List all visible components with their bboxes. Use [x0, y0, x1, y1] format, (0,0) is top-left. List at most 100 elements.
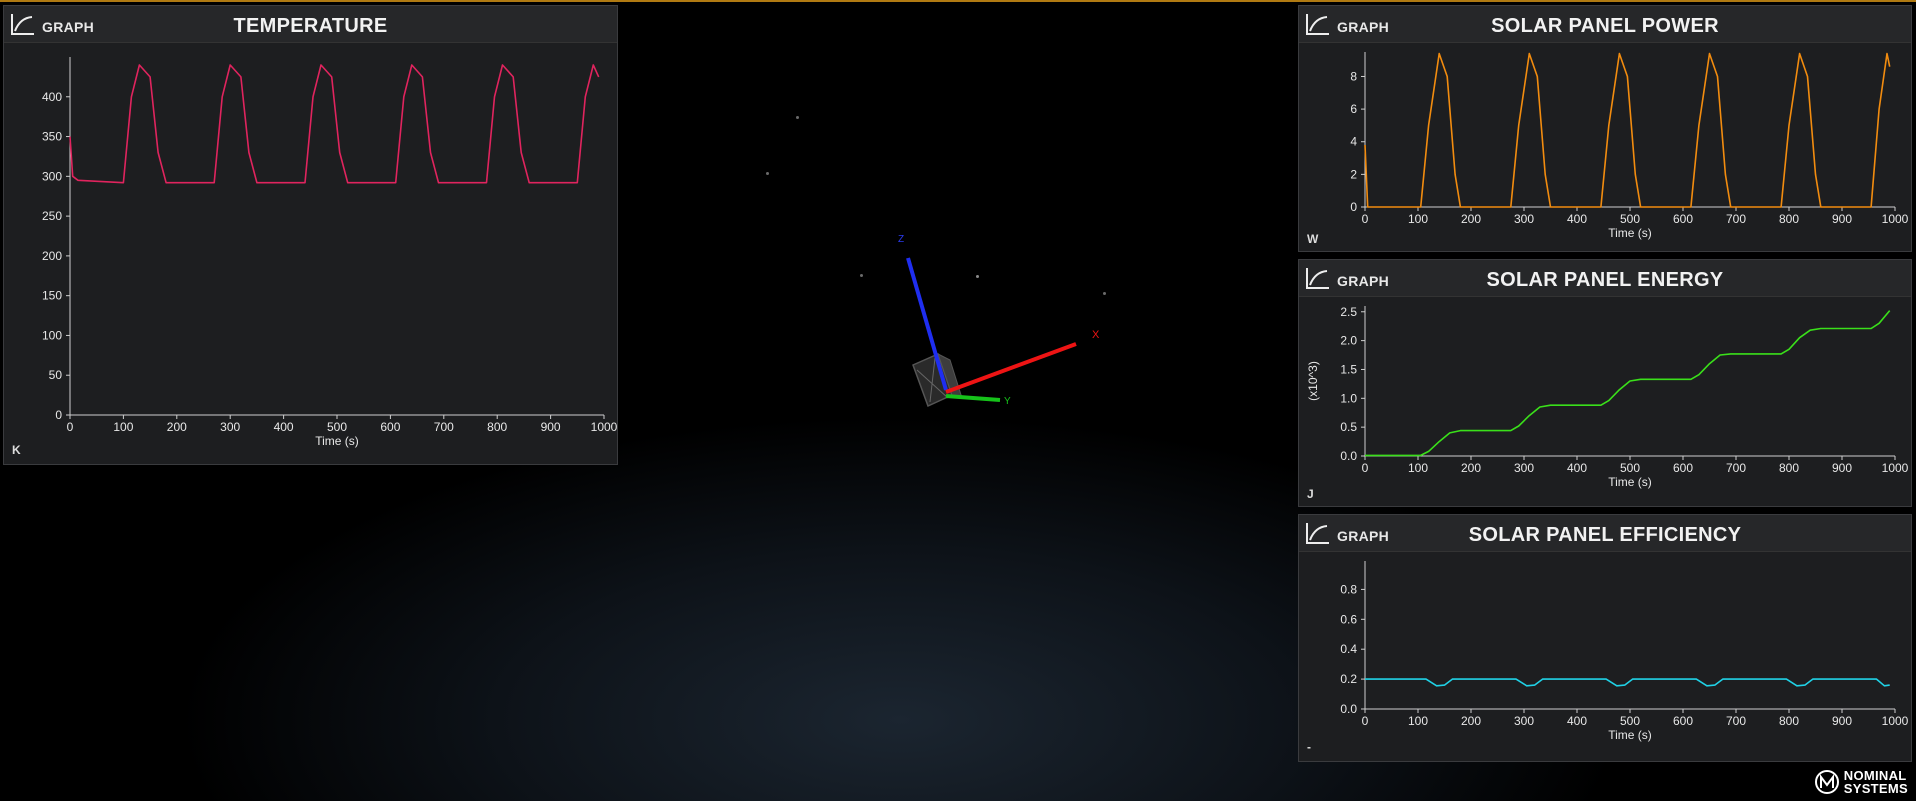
unit-label: J	[1307, 487, 1314, 501]
axis-y-line	[945, 394, 1001, 402]
power-series-line	[1364, 52, 1891, 208]
axis-y-label: Y	[1004, 396, 1011, 407]
energy-series-line	[1365, 310, 1891, 457]
panel-header: GRAPH TEMPERATURE	[4, 6, 617, 43]
y-tick-label: 2	[1350, 167, 1357, 181]
panel-title: SOLAR PANEL ENERGY	[1486, 269, 1724, 291]
temperature-chart[interactable]: 0 100 200 300 400 500 600 700 800 900 1000 0 50 100 15…	[4, 42, 619, 466]
temperature-series-line	[69, 64, 600, 184]
panel-header: GRAPH SOLAR PANEL POWER	[1299, 6, 1911, 43]
nominal-systems-logo: NOMINAL SYSTEMS	[1814, 769, 1908, 795]
x-tick-label: 600	[1673, 714, 1693, 728]
y-axis-label: (x10^3)	[1306, 361, 1320, 401]
y-tick-label: 400	[42, 90, 62, 104]
y-tick-label: 0.4	[1340, 642, 1357, 656]
unit-label: K	[12, 443, 21, 457]
axis-x-line	[945, 342, 1077, 394]
y-tick-label: 250	[42, 209, 62, 223]
x-tick-label: 1000	[1882, 714, 1909, 728]
y-tick-label: 150	[42, 289, 62, 303]
y-tick-label: 50	[49, 368, 63, 382]
y-tick-label: 8	[1350, 69, 1357, 83]
panel-title: SOLAR PANEL POWER	[1491, 15, 1719, 37]
axis-z-label: Z	[898, 234, 904, 245]
x-tick-label: 100	[1408, 461, 1428, 475]
x-tick-label: 900	[1832, 212, 1852, 226]
panel-header: GRAPH SOLAR PANEL EFFICIENCY	[1299, 515, 1911, 552]
x-tick-label: 900	[1832, 461, 1852, 475]
y-tick-label: 100	[42, 328, 62, 342]
x-tick-label: 0	[1362, 461, 1369, 475]
y-tick-label: 0.2	[1340, 672, 1357, 686]
x-tick-label: 700	[1726, 212, 1746, 226]
y-tick-label: 0.6	[1340, 612, 1357, 626]
unit-label: W	[1307, 232, 1319, 246]
y-tick-label: 300	[42, 169, 62, 183]
solar-energy-graph-panel[interactable]: GRAPH SOLAR PANEL ENERGY 0 100 200 300 400 50…	[1298, 259, 1912, 507]
satellite-scene[interactable]: Z X Y	[880, 220, 1120, 420]
x-tick-label: 200	[167, 420, 187, 434]
x-tick-label: 900	[541, 420, 561, 434]
x-tick-label: 1000	[1882, 461, 1909, 475]
axis-x-label: X	[1092, 329, 1100, 341]
star	[860, 274, 863, 277]
y-tick-label: 200	[42, 249, 62, 263]
y-tick-label: 2.0	[1340, 334, 1357, 348]
x-tick-label: 200	[1461, 714, 1481, 728]
x-tick-label: 800	[487, 420, 507, 434]
x-tick-label: 100	[113, 420, 133, 434]
x-tick-label: 200	[1461, 461, 1481, 475]
temperature-graph-panel[interactable]: GRAPH TEMPERATURE 0 100 200 300 400 500 600 700…	[3, 5, 618, 465]
x-tick-label: 700	[1726, 714, 1746, 728]
x-tick-label: 400	[1567, 714, 1587, 728]
x-tick-label: 800	[1779, 461, 1799, 475]
y-tick-label: 0	[1350, 200, 1357, 214]
x-tick-label: 300	[1514, 212, 1534, 226]
x-tick-label: 300	[1514, 714, 1534, 728]
x-tick-label: 300	[220, 420, 240, 434]
x-tick-label: 900	[1832, 714, 1852, 728]
x-tick-label: 400	[1567, 461, 1587, 475]
y-tick-label: 0.0	[1340, 702, 1357, 716]
top-accent-bar	[0, 0, 1916, 2]
x-tick-label: 800	[1779, 714, 1799, 728]
y-tick-label: 1.0	[1340, 391, 1357, 405]
x-tick-label: 0	[1362, 714, 1369, 728]
y-tick-label: 6	[1350, 102, 1357, 116]
x-tick-label: 0	[67, 420, 74, 434]
x-axis-label: Time (s)	[1608, 475, 1652, 489]
star	[766, 172, 769, 175]
x-tick-label: 600	[1673, 461, 1693, 475]
solar-efficiency-graph-panel[interactable]: GRAPH SOLAR PANEL EFFICIENCY 0 100 200 300 4…	[1298, 514, 1912, 762]
x-tick-label: 1000	[591, 420, 618, 434]
panel-title: SOLAR PANEL EFFICIENCY	[1468, 524, 1742, 546]
x-tick-label: 500	[1620, 212, 1640, 226]
nominal-systems-logo-icon	[1814, 770, 1839, 794]
x-axis-label: Time (s)	[1608, 226, 1652, 240]
x-tick-label: 500	[1620, 714, 1640, 728]
solar-power-chart[interactable]: 0 100 200 300 400 500 600 700 800 900 1000 0 2 4 6 8 Tim…	[1299, 42, 1913, 252]
x-tick-label: 800	[1779, 212, 1799, 226]
solar-power-graph-panel[interactable]: GRAPH SOLAR PANEL POWER 0 100 200 300 400 500…	[1298, 5, 1912, 252]
x-tick-label: 1000	[1882, 212, 1909, 226]
solar-energy-chart[interactable]: 0 100 200 300 400 500 600 700 800 900 1000 0.0 0.5 1.…	[1299, 296, 1913, 506]
y-tick-label: 0.8	[1340, 582, 1357, 596]
x-tick-label: 500	[1620, 461, 1640, 475]
x-tick-label: 400	[1567, 212, 1587, 226]
y-tick-label: 350	[42, 130, 62, 144]
x-tick-label: 600	[1673, 212, 1693, 226]
x-tick-label: 300	[1514, 461, 1534, 475]
unit-label: -	[1307, 740, 1311, 754]
y-tick-label: 0	[55, 408, 62, 422]
x-tick-label: 500	[327, 420, 347, 434]
brand-name-line2: SYSTEMS	[1843, 781, 1908, 796]
panel-header: GRAPH SOLAR PANEL ENERGY	[1299, 260, 1911, 297]
x-axis-label: Time (s)	[1608, 728, 1652, 742]
x-tick-label: 400	[274, 420, 294, 434]
efficiency-series-line	[1365, 678, 1890, 687]
solar-efficiency-chart[interactable]: 0 100 200 300 400 500 600 700 800 900 1000 0.0 0.2 0.…	[1299, 551, 1913, 761]
x-tick-label: 700	[1726, 461, 1746, 475]
x-tick-label: 200	[1461, 212, 1481, 226]
star	[796, 116, 799, 119]
x-tick-label: 100	[1408, 714, 1428, 728]
